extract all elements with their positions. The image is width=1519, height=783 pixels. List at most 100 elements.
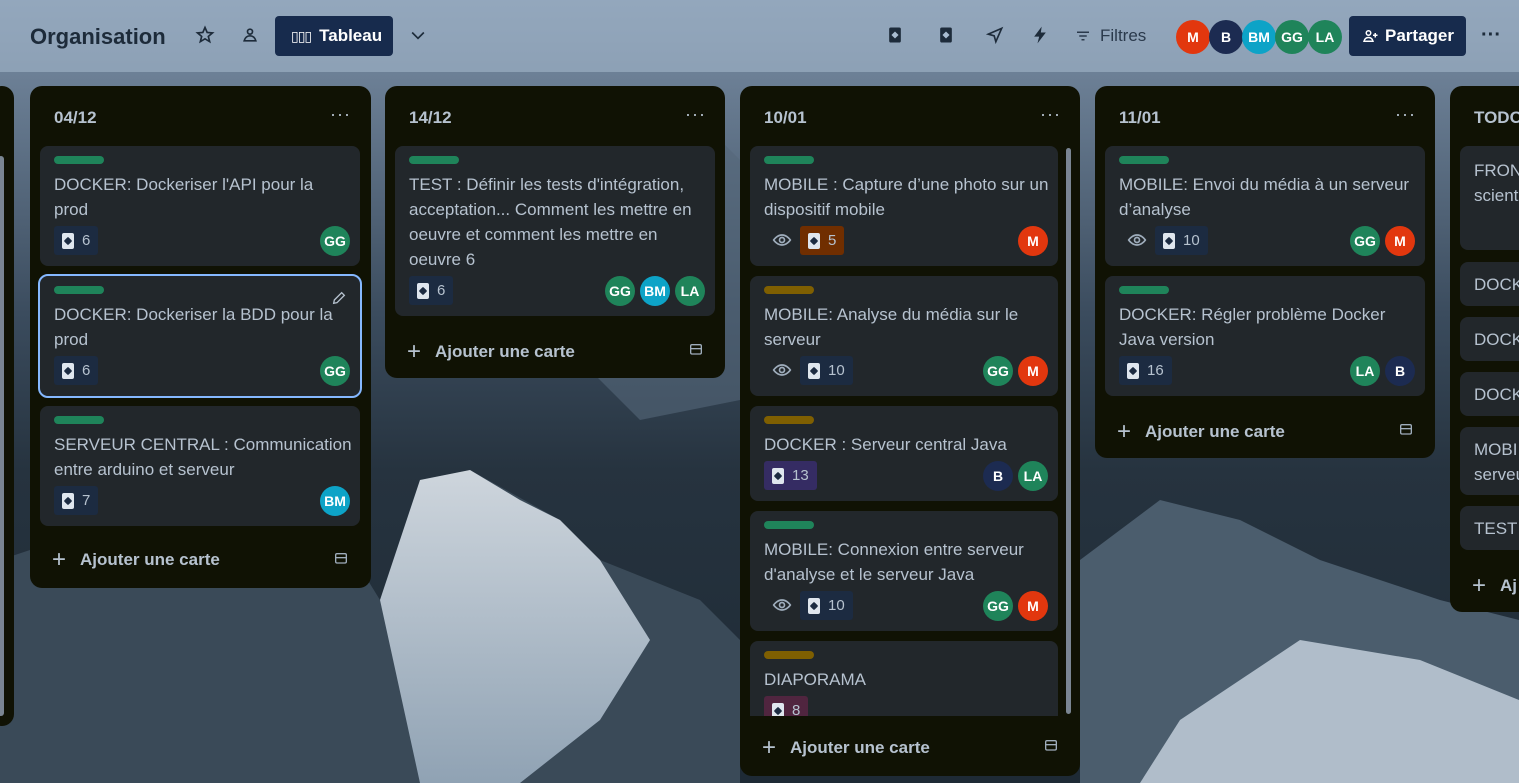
add-card-label: Ajouter une carte bbox=[435, 342, 575, 361]
card-title: DOCK bbox=[1474, 275, 1519, 294]
card-label-green[interactable] bbox=[1119, 286, 1169, 294]
list-title[interactable]: 14/12 bbox=[409, 108, 452, 128]
card[interactable]: TEST : Définir les tests d'intégration, … bbox=[395, 146, 715, 316]
card-member-avatar[interactable]: B bbox=[1385, 356, 1415, 386]
card-member-avatar[interactable]: GG bbox=[983, 356, 1013, 386]
member-avatar-bm[interactable]: BM bbox=[1242, 20, 1276, 54]
card[interactable]: MOBILE: Envoi du média à un serveur d’an… bbox=[1105, 146, 1425, 266]
card[interactable]: DOCK bbox=[1460, 317, 1519, 361]
card[interactable]: MOBILE: Connexion entre serveur d'analys… bbox=[750, 511, 1058, 631]
powerup-card-icon[interactable] bbox=[884, 24, 906, 46]
member-avatar-m[interactable]: M bbox=[1176, 20, 1210, 54]
share-button[interactable]: Partager bbox=[1349, 16, 1466, 56]
card-badge: 5 bbox=[800, 226, 845, 255]
card-label-green[interactable] bbox=[764, 521, 814, 529]
card[interactable]: DOCKER: Régler problème Docker Java vers… bbox=[1105, 276, 1425, 396]
add-card-button[interactable]: + Ajouter une carte bbox=[1117, 418, 1285, 446]
list-04-12: 04/12 ··· DOCKER: Dockeriser l'API pour … bbox=[30, 86, 371, 588]
card-label-green[interactable] bbox=[54, 156, 104, 164]
card-title: MOBILE : Capture d’une photo sur un disp… bbox=[764, 175, 1049, 219]
workspace-visibility-icon[interactable] bbox=[239, 24, 261, 46]
add-card-button[interactable]: + Aj bbox=[1472, 572, 1517, 600]
card-member-avatar[interactable]: B bbox=[983, 461, 1013, 491]
list-menu-icon[interactable]: ··· bbox=[1395, 104, 1416, 125]
card-member-avatar[interactable]: LA bbox=[675, 276, 705, 306]
send-icon[interactable] bbox=[984, 24, 1006, 46]
card-template-icon[interactable] bbox=[687, 342, 705, 358]
card-label-yellow[interactable] bbox=[764, 416, 814, 424]
card-label-green[interactable] bbox=[764, 156, 814, 164]
chevron-down-icon[interactable] bbox=[407, 24, 429, 46]
watch-eye-icon bbox=[772, 360, 792, 380]
list-cards-container: MOBILE : Capture d’une photo sur un disp… bbox=[740, 86, 1080, 716]
card[interactable]: FRONT scient bbox=[1460, 146, 1519, 250]
filters-button[interactable]: Filtres bbox=[1074, 26, 1146, 46]
add-card-button[interactable]: + Ajouter une carte bbox=[407, 338, 575, 366]
share-label: Partager bbox=[1385, 26, 1454, 45]
member-avatar-b[interactable]: B bbox=[1209, 20, 1243, 54]
card-title: FRONT scient bbox=[1474, 161, 1519, 205]
card[interactable]: MOBI serveu bbox=[1460, 427, 1519, 495]
card-member-avatar[interactable]: LA bbox=[1018, 461, 1048, 491]
add-card-button[interactable]: + Ajouter une carte bbox=[52, 546, 220, 574]
card-member-avatar[interactable]: GG bbox=[320, 356, 350, 386]
card-badge: 8 bbox=[764, 696, 809, 716]
add-card-button[interactable]: + Ajouter une carte bbox=[762, 734, 930, 762]
card-member-avatar[interactable]: GG bbox=[983, 591, 1013, 621]
card[interactable]: MOBILE: Analyse du média sur le serveur … bbox=[750, 276, 1058, 396]
star-icon[interactable] bbox=[194, 24, 216, 46]
card[interactable]: DOCKER: Dockeriser la BDD pour la prod 6… bbox=[38, 274, 362, 398]
card[interactable]: MOBILE : Capture d’une photo sur un disp… bbox=[750, 146, 1058, 266]
board-view-button[interactable]: ▯▯▯ Tableau bbox=[275, 16, 393, 56]
card[interactable]: SERVEUR CENTRAL : Communication entre ar… bbox=[40, 406, 360, 526]
more-menu-icon[interactable]: ··· bbox=[1480, 24, 1502, 46]
card-member-avatar[interactable]: M bbox=[1385, 226, 1415, 256]
card-title: DOCK bbox=[1474, 385, 1519, 404]
list-menu-icon[interactable]: ··· bbox=[685, 104, 706, 125]
card-points-icon bbox=[808, 597, 820, 614]
board-title[interactable]: Organisation bbox=[30, 24, 166, 50]
card-member-avatar[interactable]: M bbox=[1018, 356, 1048, 386]
card-label-green[interactable] bbox=[54, 416, 104, 424]
card[interactable]: DOCK bbox=[1460, 262, 1519, 306]
card-title: DOCKER: Dockeriser la BDD pour la prod bbox=[54, 305, 333, 349]
card[interactable]: DOCKER : Serveur central Java 13 B LA bbox=[750, 406, 1058, 501]
card-label-green[interactable] bbox=[1119, 156, 1169, 164]
card[interactable]: DOCKER: Dockeriser l'API pour la prod 6 … bbox=[40, 146, 360, 266]
plus-icon: + bbox=[1117, 418, 1132, 445]
card[interactable]: DOCK bbox=[1460, 372, 1519, 416]
powerup-card-icon-2[interactable] bbox=[935, 24, 957, 46]
list-menu-icon[interactable]: ··· bbox=[330, 104, 351, 125]
card[interactable]: TEST bbox=[1460, 506, 1519, 550]
card-member-avatar[interactable]: M bbox=[1018, 226, 1048, 256]
card-template-icon[interactable] bbox=[332, 551, 350, 567]
card-member-avatar[interactable]: LA bbox=[1350, 356, 1380, 386]
card[interactable]: DIAPORAMA 8 bbox=[750, 641, 1058, 716]
add-card-label: Ajouter une carte bbox=[790, 738, 930, 757]
automation-bolt-icon[interactable] bbox=[1029, 24, 1051, 46]
list-scrollbar[interactable] bbox=[0, 156, 4, 716]
card-label-green[interactable] bbox=[54, 286, 104, 294]
card-label-yellow[interactable] bbox=[764, 651, 814, 659]
plus-icon: + bbox=[407, 338, 422, 365]
list-title[interactable]: 04/12 bbox=[54, 108, 97, 128]
member-avatar-la[interactable]: LA bbox=[1308, 20, 1342, 54]
member-avatar-gg[interactable]: GG bbox=[1275, 20, 1309, 54]
badge-value: 10 bbox=[1183, 232, 1200, 249]
list-title[interactable]: TODO bbox=[1474, 108, 1519, 128]
card-template-icon[interactable] bbox=[1042, 738, 1060, 754]
card-member-avatar[interactable]: GG bbox=[1350, 226, 1380, 256]
card-member-avatar[interactable]: GG bbox=[320, 226, 350, 256]
card-member-avatar[interactable]: GG bbox=[605, 276, 635, 306]
card-label-green[interactable] bbox=[409, 156, 459, 164]
card-template-icon[interactable] bbox=[1397, 422, 1415, 438]
card-title: DOCK bbox=[1474, 330, 1519, 349]
list-title[interactable]: 11/01 bbox=[1119, 108, 1161, 128]
card-member-avatar[interactable]: M bbox=[1018, 591, 1048, 621]
card-points-icon bbox=[62, 362, 74, 379]
card-member-avatar[interactable]: BM bbox=[320, 486, 350, 516]
card-member-avatar[interactable]: BM bbox=[640, 276, 670, 306]
add-member-icon bbox=[1363, 30, 1378, 42]
board-view-label: Tableau bbox=[319, 26, 383, 45]
card-label-yellow[interactable] bbox=[764, 286, 814, 294]
